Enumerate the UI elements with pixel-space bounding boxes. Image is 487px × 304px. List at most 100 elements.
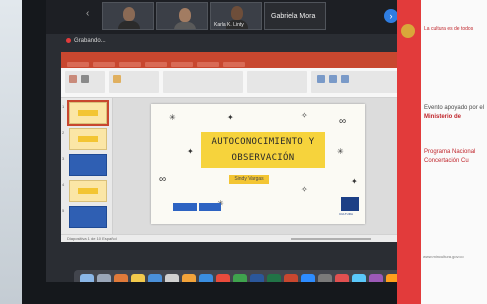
participant-tile-4[interactable]: Gabriela Mora xyxy=(264,2,326,30)
cut-icon[interactable] xyxy=(81,75,89,83)
screen: ‹ Karla K. Linty Gabriela Mora › Graband… xyxy=(46,0,450,282)
app-icon[interactable] xyxy=(318,274,332,282)
participant-name: Gabriela Mora xyxy=(271,13,316,20)
monitor-bezel: ‹ Karla K. Linty Gabriela Mora › Graband… xyxy=(22,0,450,304)
poster-line-2: Ministerio de xyxy=(424,114,462,120)
ribbon-tab[interactable] xyxy=(197,62,219,67)
launchpad-icon[interactable] xyxy=(97,274,111,282)
ribbon-tab[interactable] xyxy=(67,62,89,67)
slide-thumbnails-panel: 1 2 3 4 5 xyxy=(61,98,113,242)
thumb-number: 1 xyxy=(62,104,65,109)
safari-icon[interactable] xyxy=(199,274,213,282)
recording-label: Grabando... xyxy=(74,38,106,45)
ribbon-tab[interactable] xyxy=(223,62,245,67)
ribbon-group-slides xyxy=(109,71,159,93)
thumb-number: 5 xyxy=(62,208,65,213)
slide-thumbnail-4[interactable] xyxy=(69,180,107,202)
star-doodle-icon: ✳ xyxy=(337,147,344,156)
participant-name: Karla K. Linty xyxy=(214,22,244,28)
app-icon[interactable] xyxy=(369,274,383,282)
ribbon-tab[interactable] xyxy=(145,62,167,67)
slide-author: Sindy Vargas xyxy=(229,175,269,184)
chrome-icon[interactable] xyxy=(216,274,230,282)
word-icon[interactable] xyxy=(250,274,264,282)
ministry-logo xyxy=(173,203,197,211)
poster-line-3: Programa Nacional xyxy=(424,149,476,155)
strip-prev-icon[interactable]: ‹ xyxy=(86,8,96,24)
app-icon[interactable] xyxy=(352,274,366,282)
app-icon[interactable] xyxy=(233,274,247,282)
sparkle-doodle-icon: ✦ xyxy=(227,113,234,122)
slide-thumbnail-1[interactable] xyxy=(67,100,109,126)
poster-red-band xyxy=(397,0,421,304)
ribbon-tab[interactable] xyxy=(119,62,141,67)
app-icon[interactable] xyxy=(182,274,196,282)
zoom-participant-strip: ‹ Karla K. Linty Gabriela Mora › xyxy=(46,0,450,34)
sparkle-doodle-icon: ✧ xyxy=(301,111,308,120)
thumb-number: 2 xyxy=(62,130,65,135)
record-dot-icon xyxy=(66,38,71,43)
current-slide[interactable]: ✳ ✦ ✧ ∞ ✦ ✳ ∞ ✧ ✦ ✳ AUTOCONOCIMIENTO Y xyxy=(151,104,365,224)
calendar-icon[interactable] xyxy=(165,274,179,282)
app-icon[interactable] xyxy=(335,274,349,282)
ribbon-tab[interactable] xyxy=(93,62,115,67)
participant-face xyxy=(179,8,191,22)
participant-face xyxy=(231,6,243,20)
sparkle-doodle-icon: ✦ xyxy=(187,147,194,156)
poster-website: www.mincultura.gov.co xyxy=(423,254,464,259)
partner-logo-caption: CULTURA xyxy=(339,212,353,216)
arrange-icon[interactable] xyxy=(329,75,337,83)
slide-title: AUTOCONOCIMIENTO Y OBSERVACIÓN xyxy=(201,134,325,166)
strip-next-button[interactable]: › xyxy=(384,9,398,23)
ribbon-group-font xyxy=(163,71,243,93)
slide-thumbnail-5[interactable] xyxy=(69,206,107,228)
ribbon-group-paragraph xyxy=(247,71,307,93)
recording-indicator: Grabando... xyxy=(66,38,106,44)
loop-doodle-icon: ∞ xyxy=(159,174,167,185)
ribbon-group-drawing xyxy=(311,71,401,93)
powerpoint-icon[interactable] xyxy=(284,274,298,282)
photo-scene: ‹ Karla K. Linty Gabriela Mora › Graband… xyxy=(0,0,487,304)
thumb-number: 3 xyxy=(62,156,65,161)
poster-logo-caption: La cultura es de todos xyxy=(424,26,474,32)
participant-face xyxy=(123,7,135,21)
excel-icon[interactable] xyxy=(267,274,281,282)
participant-tile-1[interactable] xyxy=(102,2,154,30)
paste-icon[interactable] xyxy=(69,75,77,83)
slide-title-line-1: AUTOCONOCIMIENTO Y xyxy=(211,137,315,147)
quick-styles-icon[interactable] xyxy=(341,75,349,83)
slide-editor-canvas: ✳ ✦ ✧ ∞ ✦ ✳ ∞ ✧ ✦ ✳ AUTOCONOCIMIENTO Y xyxy=(113,98,407,234)
participant-body xyxy=(174,22,196,29)
sparkle-doodle-icon: ✧ xyxy=(301,185,308,194)
shapes-icon[interactable] xyxy=(317,75,325,83)
zoom-icon[interactable] xyxy=(301,274,315,282)
finder-icon[interactable] xyxy=(80,274,94,282)
thumb-number: 4 xyxy=(62,182,65,187)
new-slide-icon[interactable] xyxy=(113,75,121,83)
participant-tile-3[interactable]: Karla K. Linty xyxy=(210,2,262,30)
app-icon[interactable] xyxy=(148,274,162,282)
zoom-slider[interactable] xyxy=(291,238,371,240)
slide-thumbnail-3[interactable] xyxy=(69,154,107,176)
ribbon-tabs xyxy=(61,61,407,68)
poster-line-4: Concertación Cu xyxy=(424,158,469,164)
slide-title-line-2: OBSERVACIÓN xyxy=(231,153,295,163)
macos-dock xyxy=(74,270,446,282)
powerpoint-window: 1 2 3 4 5 ✳ ✦ ✧ ∞ ✦ ✳ ∞ ✧ ✦ AUTOCONOCIMI… xyxy=(61,52,407,242)
thumb-band xyxy=(78,136,98,142)
star-doodle-icon: ✳ xyxy=(169,113,176,122)
poster-line-1: Evento apoyado por el xyxy=(424,105,485,111)
partner-logo xyxy=(341,197,359,211)
participant-tile-2[interactable] xyxy=(156,2,208,30)
status-bar: Diapositiva 1 de 10 Español xyxy=(61,234,407,242)
notes-icon[interactable] xyxy=(131,274,145,282)
thumb-band xyxy=(78,188,98,194)
ribbon-tab[interactable] xyxy=(171,62,193,67)
participant-body xyxy=(118,21,140,29)
ribbon-toolbar xyxy=(61,68,407,98)
slide-thumbnail-2[interactable] xyxy=(69,128,107,150)
loop-doodle-icon: ∞ xyxy=(339,116,347,127)
title-bar xyxy=(61,52,407,61)
thumb-band xyxy=(78,110,98,116)
app-icon[interactable] xyxy=(114,274,128,282)
